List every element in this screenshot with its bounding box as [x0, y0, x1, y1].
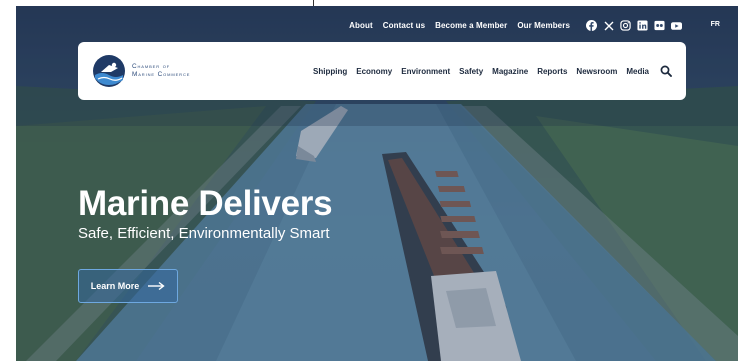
nav-item-shipping[interactable]: Shipping: [313, 67, 347, 76]
nav-item-environment[interactable]: Environment: [401, 67, 450, 76]
youtube-icon[interactable]: [671, 20, 682, 31]
main-nav: Shipping Economy Environment Safety Maga…: [313, 65, 672, 77]
nav-item-safety[interactable]: Safety: [459, 67, 483, 76]
instagram-icon[interactable]: [620, 20, 631, 31]
social-links: [586, 20, 682, 31]
language-toggle[interactable]: FR: [711, 21, 720, 28]
chamber-logo-icon: [93, 55, 125, 87]
learn-more-label: Learn More: [90, 281, 140, 291]
learn-more-button[interactable]: Learn More: [78, 269, 178, 303]
hero-subtitle: Safe, Efficient, Environmentally Smart: [78, 225, 330, 242]
nav-item-magazine[interactable]: Magazine: [492, 67, 528, 76]
search-icon[interactable]: [660, 65, 672, 77]
facebook-icon[interactable]: [586, 20, 597, 31]
arrow-right-icon: [148, 281, 165, 291]
hero-title: Marine Delivers: [78, 184, 333, 223]
main-header: Chamber of Marine Commerce Shipping Econ…: [78, 42, 686, 100]
flickr-icon[interactable]: [654, 20, 665, 31]
hero-section: About Contact us Become a Member Our Mem…: [16, 6, 738, 361]
nav-item-reports[interactable]: Reports: [537, 67, 567, 76]
x-icon[interactable]: [603, 20, 614, 31]
utility-link-become-member[interactable]: Become a Member: [435, 21, 507, 30]
brand-name: Chamber of Marine Commerce: [132, 63, 190, 79]
utility-link-about[interactable]: About: [349, 21, 373, 30]
nav-item-media[interactable]: Media: [626, 67, 649, 76]
utility-link-our-members[interactable]: Our Members: [517, 21, 570, 30]
nav-item-economy[interactable]: Economy: [356, 67, 392, 76]
nav-item-newsroom[interactable]: Newsroom: [576, 67, 617, 76]
utility-nav: About Contact us Become a Member Our Mem…: [349, 20, 682, 31]
brand-line-2: Marine Commerce: [132, 71, 191, 78]
utility-link-contact[interactable]: Contact us: [383, 21, 425, 30]
brand-line-1: Chamber of: [132, 63, 171, 70]
linkedin-icon[interactable]: [637, 20, 648, 31]
brand-logo[interactable]: Chamber of Marine Commerce: [92, 54, 190, 88]
